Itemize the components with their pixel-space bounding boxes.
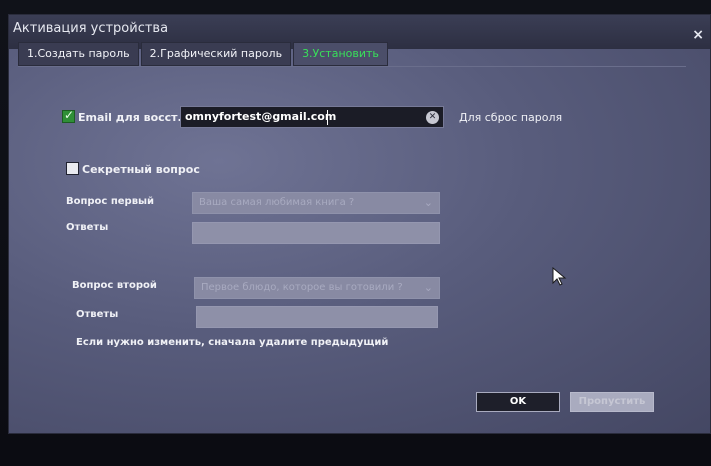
question1-label: Вопрос первый <box>66 196 155 207</box>
email-checkbox-row[interactable]: Email для восст... <box>62 108 191 124</box>
answer1-field[interactable] <box>192 222 440 244</box>
mouse-pointer-icon <box>552 267 567 286</box>
answer1-label: Ответы <box>66 222 109 233</box>
question1-placeholder: Ваша самая любимая книга ? <box>199 197 355 208</box>
chevron-down-icon: ⌄ <box>423 281 433 294</box>
email-field[interactable]: omnyfortest@gmail.com ✕ <box>180 106 444 128</box>
question1-select[interactable]: Ваша самая любимая книга ? ⌄ <box>192 192 440 214</box>
email-label: Email для восст... <box>78 111 191 124</box>
dialog-title: Активация устройства <box>13 21 169 36</box>
ok-button[interactable]: OK <box>476 392 560 412</box>
tab-bar: 1.Создать пароль 2.Графический пароль 3.… <box>18 42 390 66</box>
clear-icon[interactable]: ✕ <box>426 111 439 124</box>
text-caret <box>327 110 328 125</box>
answer2-label: Ответы <box>76 309 119 320</box>
question2-label: Вопрос второй <box>72 280 157 291</box>
question2-placeholder: Первое блюдо, которое вы готовили ? <box>201 282 403 293</box>
tab-pattern-password[interactable]: 2.Графический пароль <box>140 42 292 66</box>
secret-question-checkbox[interactable] <box>66 162 79 175</box>
answer2-field[interactable] <box>196 306 438 328</box>
secret-question-label: Секретный вопрос <box>82 163 200 176</box>
email-value: omnyfortest@gmail.com <box>185 110 337 123</box>
secret-question-row[interactable]: Секретный вопрос <box>66 162 200 176</box>
email-checkbox[interactable] <box>62 108 75 123</box>
email-hint: Для сброс пароля <box>459 111 563 124</box>
chevron-down-icon: ⌄ <box>423 196 433 209</box>
skip-button[interactable]: Пропустить <box>570 392 654 412</box>
change-note: Если нужно изменить, сначала удалите пре… <box>76 337 389 348</box>
tab-create-password[interactable]: 1.Создать пароль <box>18 42 139 66</box>
tab-install[interactable]: 3.Установить <box>293 42 388 66</box>
question2-select[interactable]: Первое блюдо, которое вы готовили ? ⌄ <box>194 277 440 299</box>
close-icon[interactable]: × <box>692 27 704 43</box>
